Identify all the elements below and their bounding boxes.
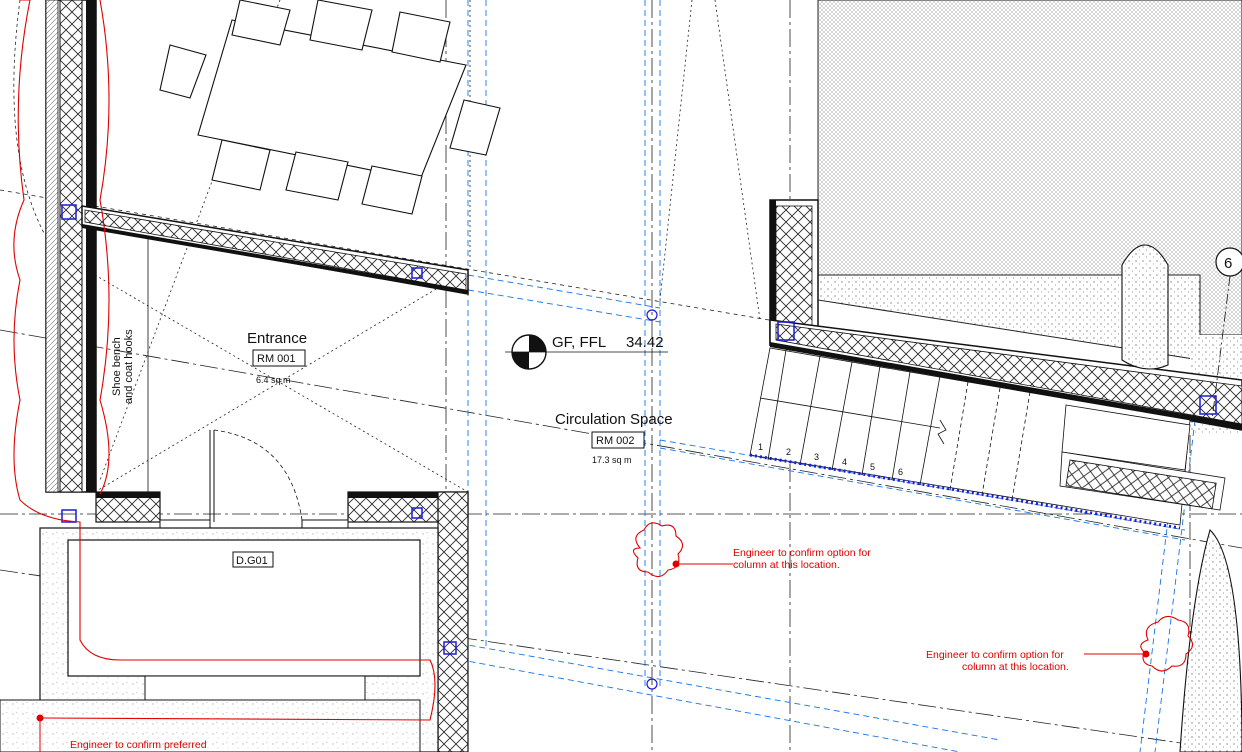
floor-plan: Entrance RM 001 6.4 sq m Circulation Spa…: [0, 0, 1242, 752]
engineer-note-3-line1: Engineer to confirm preferred: [70, 739, 207, 751]
room-area-entrance: 6.4 sq m: [256, 375, 291, 385]
engineer-note-2-line1: Engineer to confirm option for: [926, 649, 1064, 661]
level-value: 34.42: [626, 334, 664, 351]
door-tag: D.G01: [236, 555, 268, 567]
drawing-canvas[interactable]: Entrance RM 001 6.4 sq m Circulation Spa…: [0, 0, 1242, 752]
grid-bubble-label: 6: [1224, 255, 1232, 272]
room-area-circulation: 17.3 sq m: [592, 455, 632, 465]
engineer-note-1-line2: column at this location.: [733, 559, 840, 571]
room-name-circulation: Circulation Space: [555, 411, 673, 428]
dining-table-furniture: [159, 0, 501, 215]
wall-left: [45, 0, 97, 493]
engineer-note-1-line1: Engineer to confirm option for: [733, 547, 871, 559]
stair-step-1: 1: [758, 442, 763, 452]
stair-step-3: 3: [814, 452, 819, 462]
stair-step-4: 4: [842, 457, 847, 467]
wall-angled-top: [81, 205, 469, 295]
stair-step-6: 6: [898, 467, 903, 477]
room-number-circulation: RM 002: [596, 435, 635, 447]
room-name-entrance: Entrance: [247, 330, 307, 347]
stair-step-2: 2: [786, 447, 791, 457]
stair-step-5: 5: [870, 462, 875, 472]
level-label: GF, FFL: [552, 334, 606, 351]
furniture-note-line2: and coat hooks: [123, 329, 135, 404]
engineer-note-2-line2: column at this location.: [962, 661, 1069, 673]
furniture-note-line1: Shoe bench: [111, 337, 123, 396]
room-number-entrance: RM 001: [257, 353, 296, 365]
